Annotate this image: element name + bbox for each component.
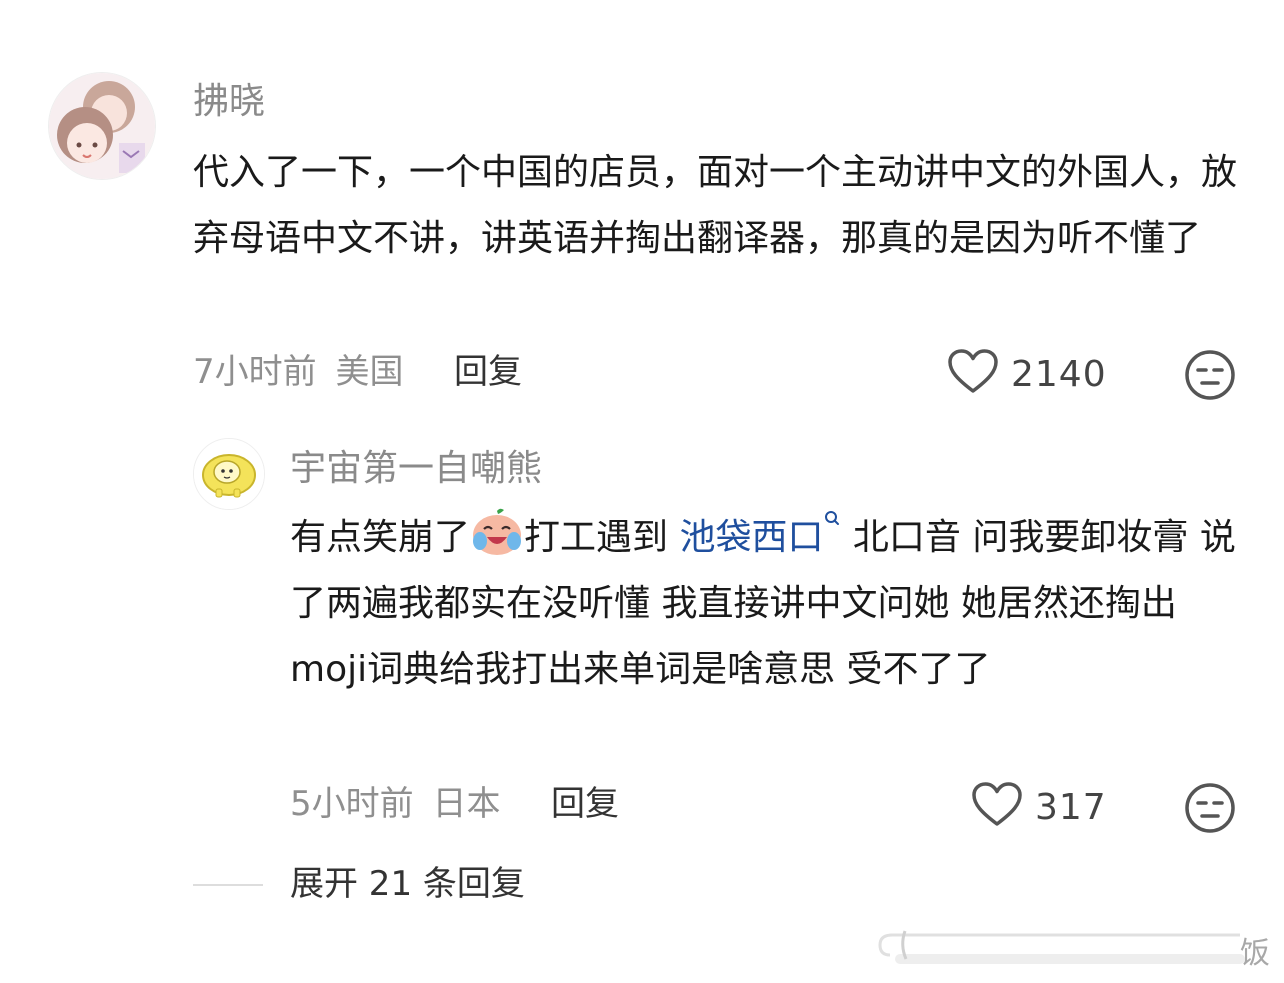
like-count: 2140 bbox=[1011, 353, 1107, 395]
like-button[interactable]: 317 bbox=[971, 782, 1107, 832]
comment-meta: 5小时前 日本 bbox=[290, 782, 500, 826]
comment-meta: 7小时前 美国 bbox=[193, 350, 403, 394]
comment-location: 日本 bbox=[432, 784, 501, 824]
crying-laughing-emoji-icon bbox=[470, 507, 524, 557]
comment-username[interactable]: 宇宙第一自嘲熊 bbox=[290, 447, 542, 491]
like-button[interactable]: 2140 bbox=[947, 349, 1107, 399]
expand-divider bbox=[193, 884, 263, 886]
expand-replies-button[interactable]: 展开 21 条回复 bbox=[290, 862, 525, 906]
comment-time: 5小时前 bbox=[290, 784, 414, 824]
comment-username[interactable]: 拂晓 bbox=[193, 80, 265, 124]
watermark bbox=[870, 925, 1250, 965]
comment-content: 代入了一下，一个中国的店员，面对一个主动讲中文的外国人，放弃母语中文不讲，讲英语… bbox=[193, 152, 1238, 259]
content-text: 有点笑崩了 bbox=[290, 517, 471, 558]
heart-icon bbox=[947, 349, 999, 399]
location-link[interactable]: 池袋西口 bbox=[679, 511, 841, 558]
neutral-face-icon bbox=[1184, 783, 1236, 838]
avatar[interactable] bbox=[193, 438, 265, 510]
like-count: 317 bbox=[1035, 786, 1107, 828]
comment-content: 有点笑崩了 打工遇到 池袋西口 北口音 问我要卸妆膏 说了两遍我都实在没听懂 我… bbox=[290, 505, 1240, 703]
watermark-text: 饭 bbox=[1240, 936, 1270, 971]
avatar[interactable] bbox=[48, 72, 156, 180]
heart-icon bbox=[971, 782, 1023, 832]
reply-button[interactable]: 回复 bbox=[551, 782, 619, 826]
reply-button[interactable]: 回复 bbox=[454, 350, 522, 394]
watermark-logo-icon bbox=[878, 930, 1245, 964]
search-icon bbox=[823, 511, 841, 558]
dislike-button[interactable] bbox=[1184, 349, 1236, 405]
comment-location: 美国 bbox=[335, 352, 404, 392]
neutral-face-icon bbox=[1184, 350, 1236, 405]
content-text: 打工遇到 bbox=[524, 517, 680, 558]
comment-time: 7小时前 bbox=[193, 352, 317, 392]
location-link-label[interactable]: 池袋西口 bbox=[679, 517, 823, 558]
dislike-button[interactable] bbox=[1184, 782, 1236, 838]
